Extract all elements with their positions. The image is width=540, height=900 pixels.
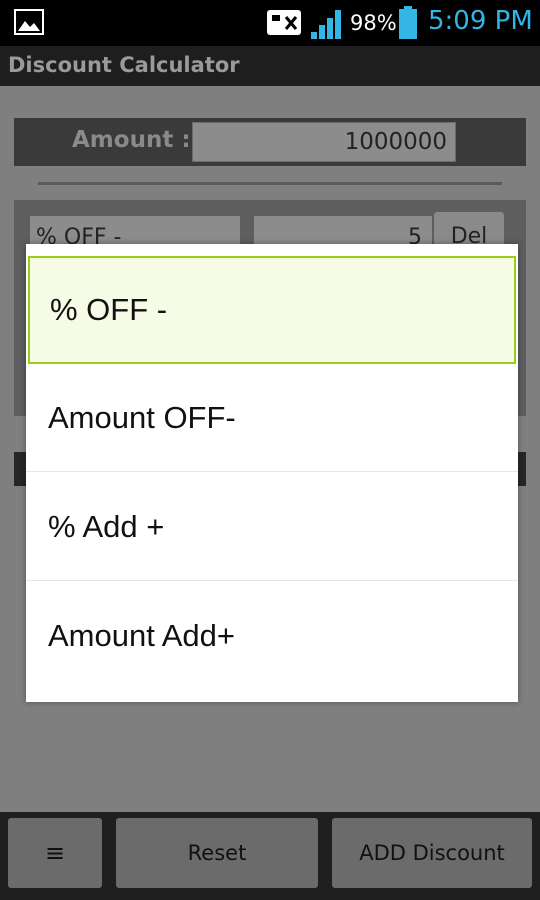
option-percent-off[interactable]: % OFF - — [28, 256, 516, 364]
menu-button[interactable]: ≡ — [8, 818, 102, 888]
divider — [38, 182, 502, 185]
battery-icon — [399, 6, 417, 39]
gallery-icon — [14, 9, 44, 35]
no-sim-icon — [267, 10, 301, 35]
discount-type-dialog: % OFF - Amount OFF- % Add + Amount Add+ — [26, 244, 518, 702]
option-percent-add[interactable]: % Add + — [26, 473, 518, 581]
battery-percent: 98% — [350, 11, 397, 35]
add-discount-button[interactable]: ADD Discount — [332, 818, 532, 888]
app-title-bar: Discount Calculator — [0, 46, 540, 86]
option-amount-off[interactable]: Amount OFF- — [26, 364, 518, 472]
amount-label: Amount : — [72, 127, 191, 153]
option-amount-add[interactable]: Amount Add+ — [26, 582, 518, 690]
amount-row: Amount : 1000000 — [14, 118, 526, 166]
amount-input[interactable]: 1000000 — [192, 122, 456, 162]
app-title: Discount Calculator — [8, 53, 240, 77]
reset-button[interactable]: Reset — [116, 818, 318, 888]
signal-icon — [311, 10, 341, 39]
clock: 5:09 PM — [428, 6, 533, 36]
status-bar: 98% 5:09 PM — [0, 0, 540, 46]
bottom-bar: ≡ Reset ADD Discount — [0, 812, 540, 900]
